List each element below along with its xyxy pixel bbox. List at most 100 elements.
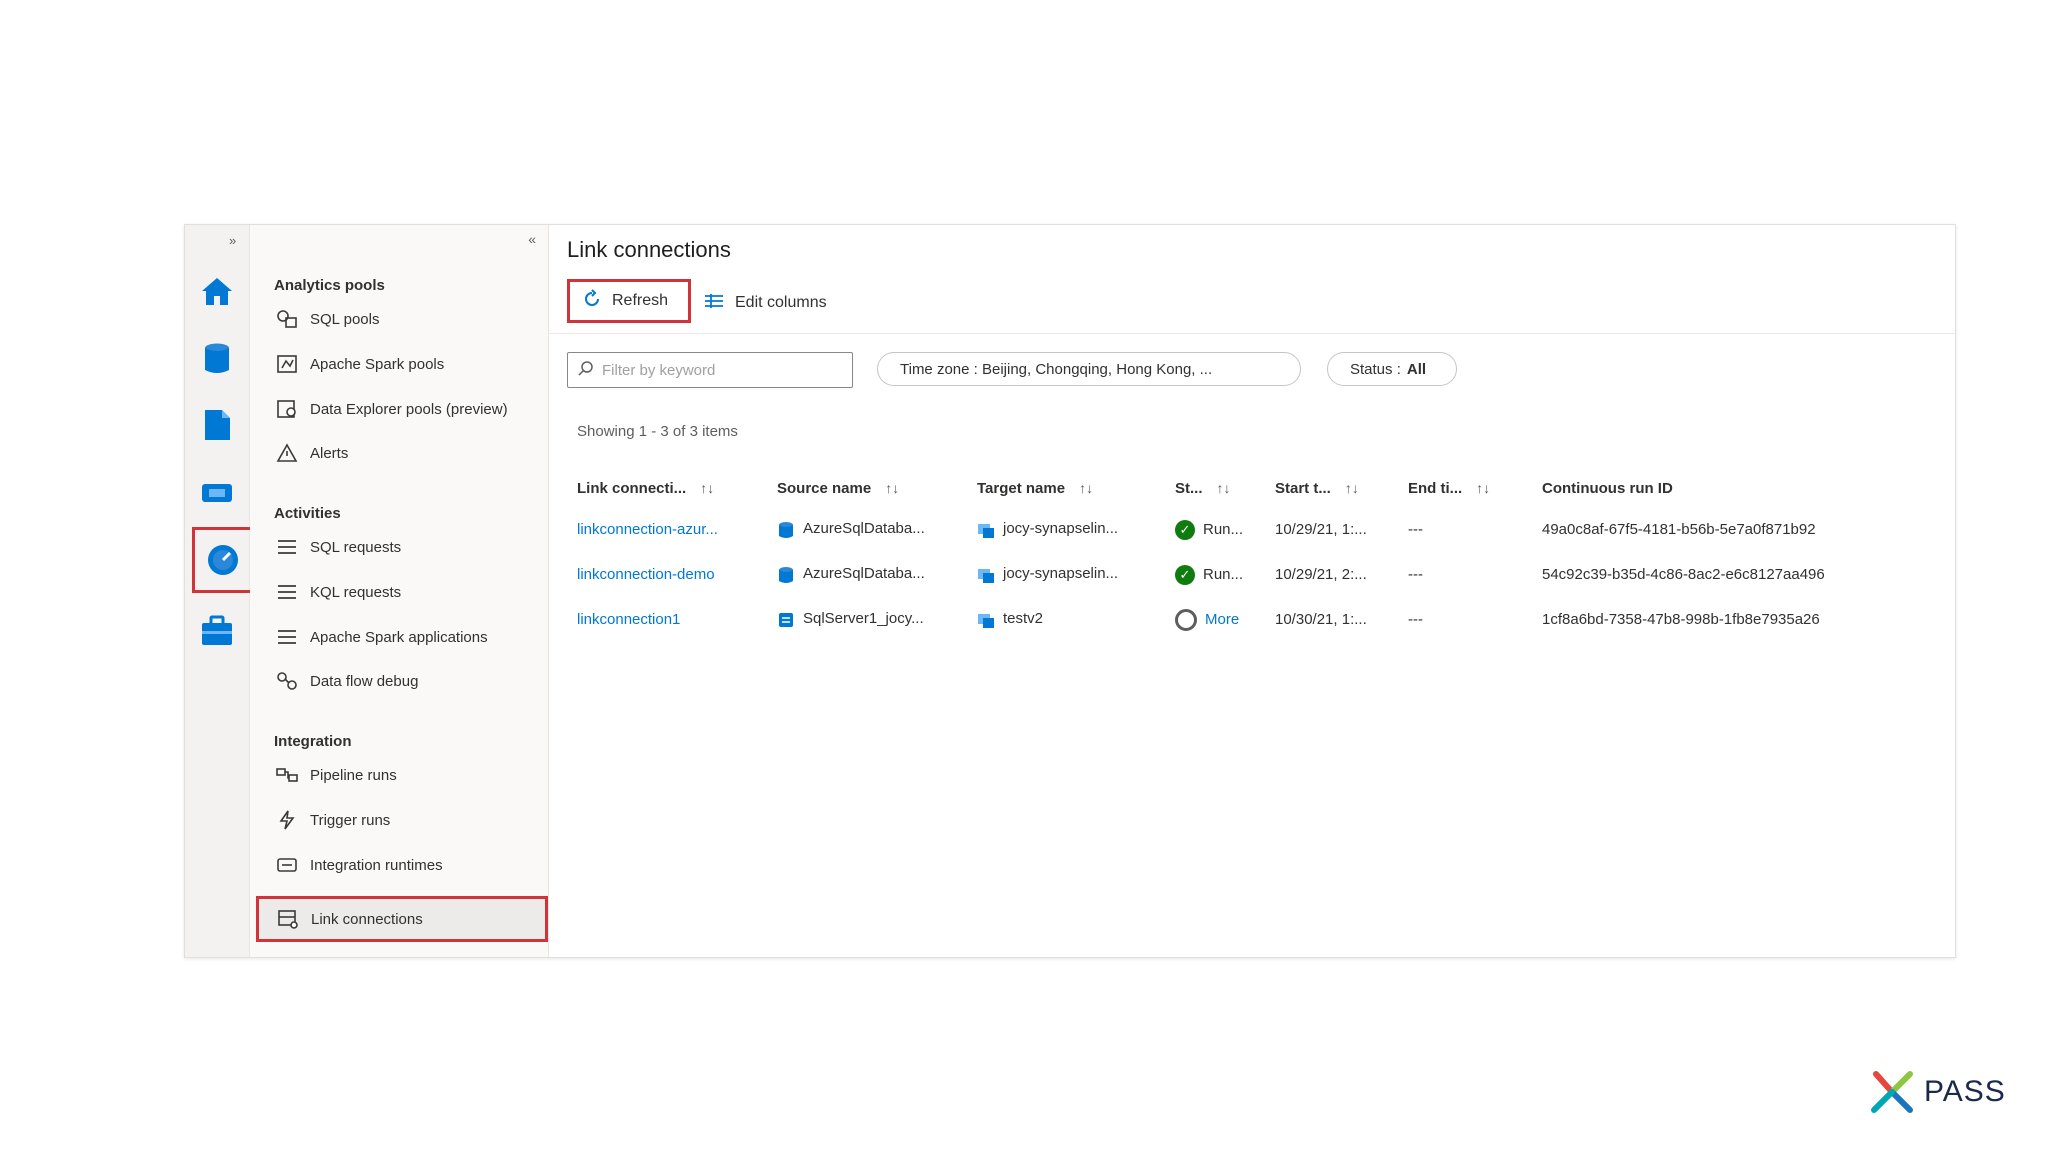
monitor-icon[interactable] [192,527,254,593]
list-icon [274,536,300,558]
alert-icon [274,442,300,464]
status-text: Run... [1203,565,1244,583]
pass-logo-mark [1871,1071,1913,1113]
filter-placeholder: Filter by keyword [602,361,716,379]
section-analytics-pools: Analytics pools [274,277,385,294]
refresh-icon [582,288,602,314]
sql-server-icon [777,611,795,629]
edit-columns-label: Edit columns [735,294,827,311]
column-header-link-connection[interactable]: Link connecti... ↑↓ [577,469,777,507]
table-header-row: Link connecti... ↑↓ Source name ↑↓ Target … [577,469,1942,507]
menu-item-sql-requests[interactable]: SQL requests [266,529,536,565]
continuous-run-id: 1cf8a6bd-7358-47b8-998b-1fb8e7935a26 [1542,611,1820,628]
main-panel: Link connections Refresh Edit columns Fi… [549,225,1955,957]
develop-icon[interactable] [195,403,239,447]
menu-item-spark-applications[interactable]: Apache Spark applications [266,619,536,655]
sql-database-icon [777,566,795,584]
continuous-run-id: 54c92c39-b35d-4c86-8ac2-e6c8127aa496 [1542,566,1825,583]
synapse-pool-icon [977,521,995,539]
integrate-icon[interactable] [195,471,239,515]
menu-item-trigger-runs[interactable]: Trigger runs [266,802,536,838]
items-count: Showing 1 - 3 of 3 items [577,423,738,440]
menu-item-link-connections[interactable]: Link connections [256,896,548,942]
status-text: Run... [1203,520,1244,538]
column-header-source-name[interactable]: Source name ↑↓ [777,469,977,507]
target-name: testv2 [1003,610,1044,628]
icon-rail: » [185,225,254,957]
start-time: 10/29/21, 2:... [1275,566,1367,583]
start-time: 10/29/21, 1:... [1275,521,1367,538]
synapse-window: » « Analytics pools SQL pools Apache Spa… [184,224,1956,958]
data-flow-icon [274,670,300,692]
synapse-pool-icon [977,566,995,584]
data-explorer-pools-icon [274,398,300,420]
section-integration: Integration [274,733,352,750]
menu-item-label: Apache Spark pools [310,355,445,373]
table-row: linkconnection1 SqlServer1_jocy... testv… [577,597,1942,642]
menu-item-data-explorer-pools[interactable]: Data Explorer pools (preview) [266,391,536,427]
menu-item-integration-runtimes[interactable]: Integration runtimes [266,847,536,883]
sort-icon: ↑↓ [1476,479,1491,496]
link-connection-name[interactable]: linkconnection-azur... [577,521,718,538]
status-filter[interactable]: Status : All [1327,352,1457,386]
link-connections-icon [275,908,301,930]
menu-item-sql-pools[interactable]: SQL pools [266,301,536,337]
column-header-status[interactable]: St... ↑↓ [1175,469,1275,507]
edit-columns-button[interactable]: Edit columns [699,281,827,325]
target-name: jocy-synapselin... [1003,565,1119,583]
timezone-filter[interactable]: Time zone : Beijing, Chongqing, Hong Kon… [877,352,1301,386]
menu-item-label: Alerts [310,444,349,462]
timezone-label: Time zone : Beijing, Chongqing, Hong Kon… [900,360,1213,378]
source-name: AzureSqlDataba... [803,520,925,538]
link-connection-name[interactable]: linkconnection-demo [577,566,715,583]
menu-item-label: Integration runtimes [310,856,443,874]
menu-item-alerts[interactable]: Alerts [266,435,536,471]
running-status-icon: ✓ [1175,519,1195,540]
column-header-start-time[interactable]: Start t... ↑↓ [1275,469,1408,507]
menu-item-label: Pipeline runs [310,766,397,784]
link-connection-name[interactable]: linkconnection1 [577,611,680,628]
menu-item-label: SQL requests [310,538,402,556]
column-header-continuous-run-id: Continuous run ID [1542,479,1673,497]
menu-item-label: Link connections [311,910,423,928]
source-name: AzureSqlDataba... [803,565,925,583]
stopped-status-icon [1175,608,1197,631]
sort-icon: ↑↓ [885,479,900,496]
status-filter-value: All [1406,360,1427,378]
refresh-button[interactable]: Refresh [567,279,691,323]
target-name: jocy-synapselin... [1003,520,1119,538]
filter-input[interactable]: Filter by keyword [567,352,853,388]
data-icon[interactable] [195,337,239,381]
pass-logo-text: PASS [1924,1075,2006,1108]
status-more-link[interactable]: More [1205,610,1239,627]
home-icon[interactable] [195,269,239,313]
list-icon [274,581,300,603]
end-time: --- [1408,521,1423,538]
menu-item-apache-spark-pools[interactable]: Apache Spark pools [266,346,536,382]
menu-item-kql-requests[interactable]: KQL requests [266,574,536,610]
refresh-label: Refresh [612,292,669,309]
column-header-target-name[interactable]: Target name ↑↓ [977,469,1175,507]
menu-item-data-flow-debug[interactable]: Data flow debug [266,663,536,699]
list-icon [274,626,300,648]
start-time: 10/30/21, 1:... [1275,611,1367,628]
sort-icon: ↑↓ [1344,479,1359,496]
sort-icon: ↑↓ [700,479,715,496]
status-filter-label: Status : [1350,360,1401,378]
menu-item-pipeline-runs[interactable]: Pipeline runs [266,757,536,793]
table-row: linkconnection-demo AzureSqlDataba... jo… [577,552,1942,597]
collapse-menu-icon[interactable]: « [528,231,536,247]
menu-item-label: Trigger runs [310,811,391,829]
menu-item-label: SQL pools [310,310,380,328]
expand-rail-icon[interactable]: » [229,233,236,248]
column-header-end-time[interactable]: End ti... ↑↓ [1408,469,1542,507]
toolbar-divider [549,333,1955,334]
pass-logo: PASS [1866,1066,2006,1118]
sql-database-icon [777,521,795,539]
spark-pools-icon [274,353,300,375]
columns-icon [703,292,725,315]
menu-item-label: KQL requests [310,583,402,601]
section-activities: Activities [274,505,341,522]
manage-icon[interactable] [195,609,239,653]
continuous-run-id: 49a0c8af-67f5-4181-b56b-5e7a0f871b92 [1542,521,1816,538]
